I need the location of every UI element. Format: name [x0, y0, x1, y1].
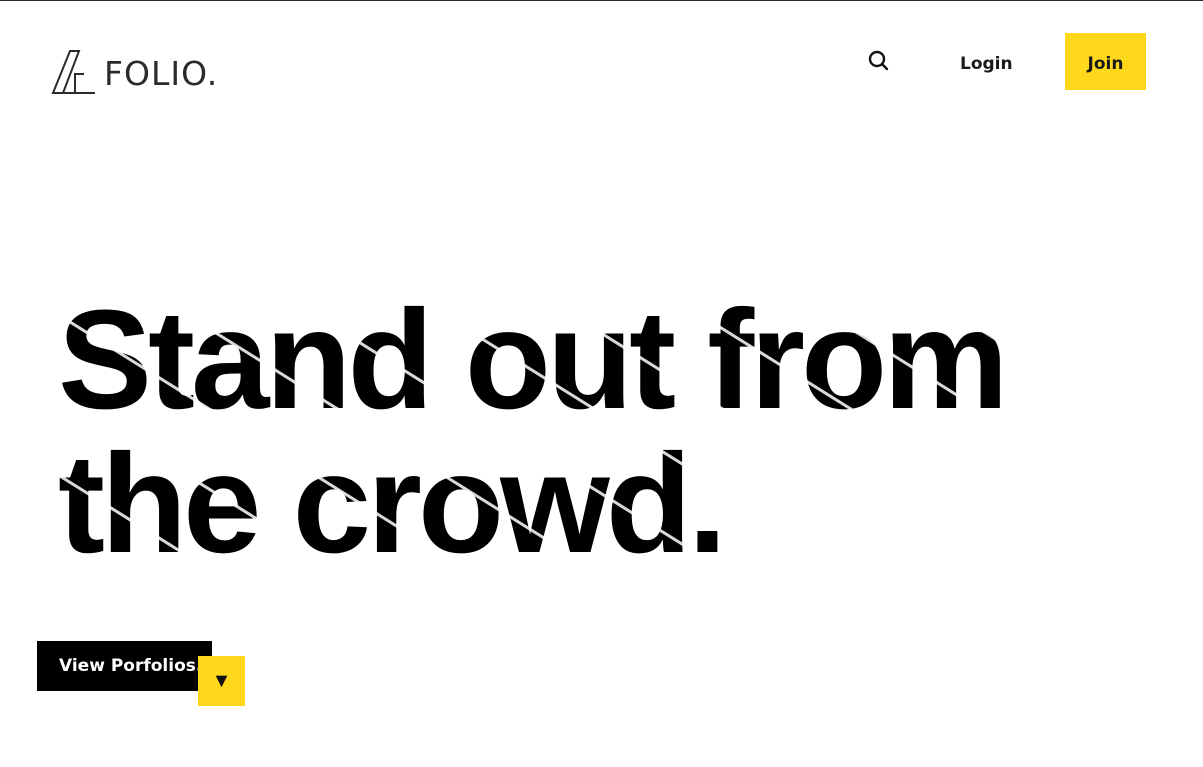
folio-logo-icon: [51, 50, 95, 94]
brand-logo[interactable]: FOLIO.: [51, 48, 218, 96]
join-button[interactable]: Join: [1065, 33, 1146, 90]
search-icon: [868, 50, 889, 71]
brand-name: FOLIO.: [104, 53, 219, 93]
caret-down-icon: ▼: [211, 670, 232, 692]
hero-headline: Stand out from the crowd.: [58, 280, 1009, 582]
scroll-down-button[interactable]: ▼: [198, 656, 245, 706]
hero-line-2: the crowd.: [58, 424, 723, 582]
login-link[interactable]: Login: [960, 52, 1013, 76]
view-portfolios-button[interactable]: View Porfolios.: [37, 641, 212, 691]
top-border: [0, 0, 1203, 1]
search-button[interactable]: [866, 48, 890, 72]
hero-line-1: Stand out from: [58, 280, 1005, 438]
